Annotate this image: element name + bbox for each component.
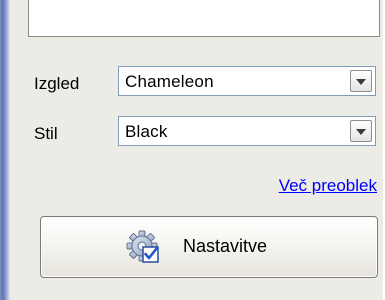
settings-button[interactable]: Nastavitve <box>40 216 378 278</box>
chevron-down-icon <box>356 79 366 85</box>
top-content-panel <box>28 0 380 37</box>
appearance-label: Izgled <box>34 74 80 93</box>
style-select-value: Black <box>125 122 168 141</box>
settings-panel: Izgled Chameleon Stil Black Več preoblek <box>0 0 385 300</box>
appearance-dropdown-button[interactable] <box>350 70 372 92</box>
window-left-border <box>0 0 10 300</box>
more-skins-link[interactable]: Več preoblek <box>279 176 377 196</box>
style-select[interactable]: Black <box>118 116 376 146</box>
gear-check-icon <box>126 230 159 263</box>
style-row: Stil Black <box>34 116 379 150</box>
style-dropdown-button[interactable] <box>350 120 372 142</box>
appearance-row: Izgled Chameleon <box>34 66 379 100</box>
chevron-down-icon <box>356 129 366 135</box>
appearance-select[interactable]: Chameleon <box>118 66 376 96</box>
appearance-select-value: Chameleon <box>125 72 214 91</box>
settings-button-label: Nastavitve <box>183 236 268 256</box>
style-label: Stil <box>34 124 58 143</box>
